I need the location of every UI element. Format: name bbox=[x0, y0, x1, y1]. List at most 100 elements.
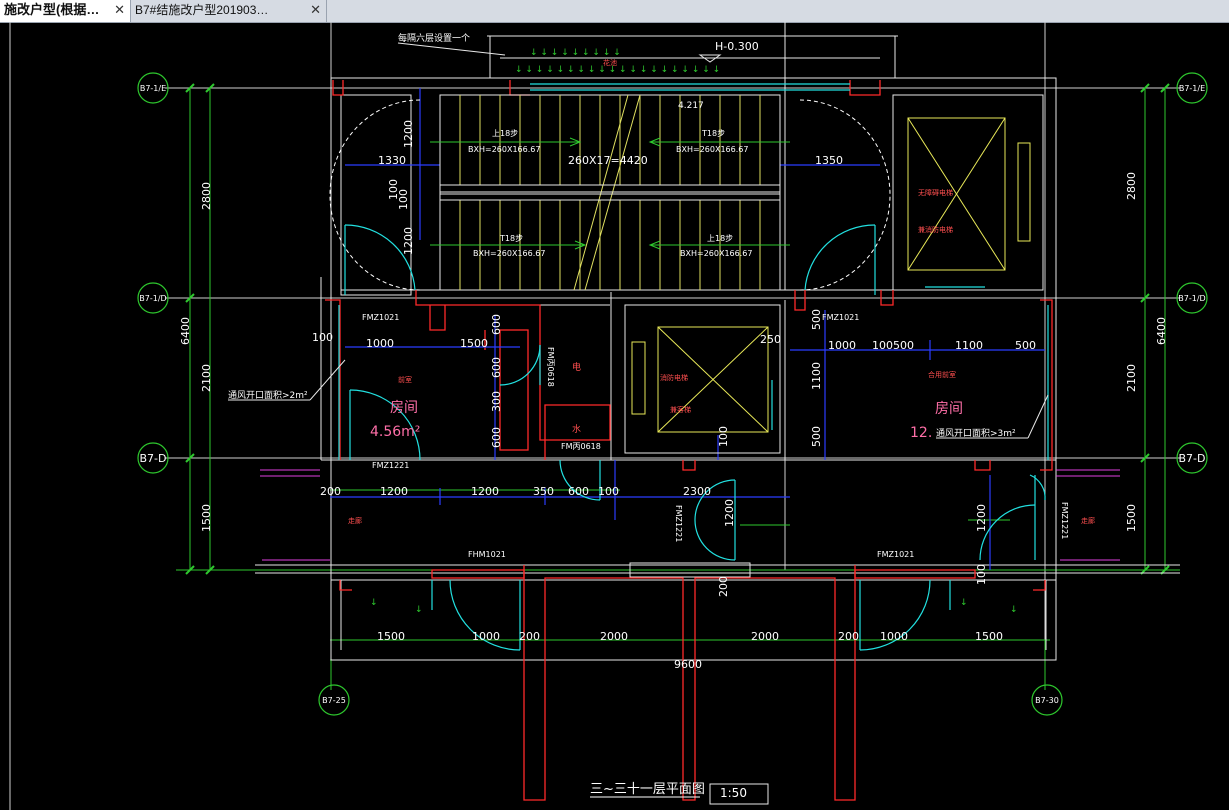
dim-2800-left: 2800 bbox=[200, 182, 213, 210]
axis-label-1d-left: B7-1/D bbox=[139, 294, 166, 303]
room-right-small: 合用前室 bbox=[928, 370, 956, 379]
dim-1500-left: 1500 bbox=[200, 504, 213, 532]
dim-bottom-1000b: 1000 bbox=[880, 630, 908, 643]
door-fmz1221-v: FMZ1221 bbox=[674, 505, 683, 542]
tab-label: B7#结施改户型201903… bbox=[135, 3, 269, 17]
dim-100-v: 100 bbox=[975, 564, 988, 585]
dim-1100-v: 1100 bbox=[810, 362, 823, 390]
dim-1200a-h: 1200 bbox=[380, 485, 408, 498]
dim-bottom-200b: 200 bbox=[838, 630, 859, 643]
cad-drawing-canvas[interactable]: B7-1/E B7-1/D B7-D B7-1/E B7-1/D B7-D B7… bbox=[0, 22, 1229, 810]
dim-100-h: 100 bbox=[598, 485, 619, 498]
dim-500-right: 500 bbox=[893, 339, 914, 352]
elev-mid-label-1: 消防电梯 bbox=[660, 373, 688, 382]
room-left-name: 房间 bbox=[390, 400, 418, 416]
door-fmbing: FM丙0618 bbox=[546, 347, 555, 387]
vent-note-left: 通风开口面积>2m² bbox=[228, 389, 308, 401]
dim-100-left: 100 bbox=[312, 331, 333, 344]
stair-height: 4.217 bbox=[678, 101, 704, 111]
svg-text:↓: ↓ bbox=[370, 598, 378, 608]
drawing-title: 三~三十一层平面图 bbox=[590, 782, 705, 797]
vent-note-right: 通风开口面积>3m² bbox=[936, 427, 1016, 439]
dim-bottom-1500b: 1500 bbox=[975, 630, 1003, 643]
axis-label-d-right: B7-D bbox=[1179, 452, 1206, 465]
dim-350: 350 bbox=[533, 485, 554, 498]
stair-up-2: 上18步 bbox=[707, 234, 733, 243]
red-wall-outlines bbox=[325, 80, 1053, 801]
stair-block bbox=[430, 94, 790, 291]
stair-down-2: T18步 bbox=[499, 234, 523, 243]
axis-label-1d-right: B7-1/D bbox=[1178, 294, 1205, 303]
door-fmz1021-b: FMZ1021 bbox=[822, 313, 859, 322]
dim-100-right: 100 bbox=[872, 339, 893, 352]
dim-bottom-2000b: 2000 bbox=[751, 630, 779, 643]
label-dian: 电 bbox=[572, 361, 581, 373]
stair-spec-4: BXH=260X166.67 bbox=[680, 249, 752, 258]
door-fmz1221-v2: FMZ1221 bbox=[1060, 502, 1069, 539]
planter: ↓ ↓ ↓ ↓ ↓ ↓ ↓ ↓ ↓ ↓ ↓ ↓ ↓ ↓ ↓ ↓ ↓ ↓ ↓ ↓ … bbox=[370, 48, 1018, 615]
dim-1200-v2: 1200 bbox=[975, 504, 988, 532]
walkway-left: 走廊 bbox=[348, 516, 362, 525]
door-fmz1221: FMZ1221 bbox=[372, 461, 409, 470]
tab-drawing-1[interactable]: 施改户型(根据… ✕ bbox=[0, 0, 131, 22]
dim-600a: 600 bbox=[490, 314, 503, 335]
dim-1200-v: 1200 bbox=[723, 499, 736, 527]
elevator-middle bbox=[624, 304, 781, 454]
dim-1200b-h: 1200 bbox=[471, 485, 499, 498]
dim-1200a: 1200 bbox=[402, 120, 415, 148]
stair-run: 260X17=4420 bbox=[568, 154, 648, 167]
svg-text:↓: ↓ bbox=[415, 605, 423, 615]
tab-label: 施改户型(根据… bbox=[4, 2, 100, 17]
dim-500b: 500 bbox=[810, 426, 823, 447]
dim-200-v: 200 bbox=[717, 576, 730, 597]
dim-600c: 600 bbox=[490, 427, 503, 448]
room-right-name: 房间 bbox=[935, 401, 963, 417]
tab-drawing-2[interactable]: B7#结施改户型201903… ✕ bbox=[131, 0, 327, 22]
green-dimension-ticks bbox=[185, 83, 1170, 575]
dim-1350: 1350 bbox=[815, 154, 843, 167]
dim-bottom-1500a: 1500 bbox=[377, 630, 405, 643]
dim-600b: 600 bbox=[490, 357, 503, 378]
axis-label-1e-left: B7-1/E bbox=[140, 84, 166, 93]
dim-2300: 2300 bbox=[683, 485, 711, 498]
elev-right-label-1: 无障碍电梯 bbox=[918, 188, 953, 197]
dim-100-mid: 100 bbox=[717, 426, 730, 447]
stair-spec-2: BXH=260X166.67 bbox=[676, 145, 748, 154]
door-fmbing-2: FM丙0618 bbox=[561, 442, 601, 451]
dim-1500-room: 1500 bbox=[460, 337, 488, 350]
dim-600-h: 600 bbox=[568, 485, 589, 498]
stair-up-1: 上18步 bbox=[492, 129, 518, 138]
dim-1330: 1330 bbox=[378, 154, 406, 167]
dim-bottom-2000a: 2000 bbox=[600, 630, 628, 643]
dim-6400-left: 6400 bbox=[179, 317, 192, 345]
axis-label-25: B7-25 bbox=[322, 696, 346, 705]
drawing-title-block: 三~三十一层平面图 1:50 bbox=[590, 782, 769, 805]
dim-1100-right: 1100 bbox=[955, 339, 983, 352]
dim-bottom-9600: 9600 bbox=[674, 658, 702, 671]
drawing-scale: 1:50 bbox=[720, 786, 747, 800]
stair-down-1: T18步 bbox=[701, 129, 725, 138]
label-planter: 花池 bbox=[603, 58, 617, 67]
svg-text:↓: ↓ bbox=[960, 598, 968, 608]
dim-250: 250 bbox=[760, 333, 781, 346]
top-note: 每隔六层设置一个 bbox=[398, 32, 470, 44]
dim-500-right-2: 500 bbox=[1015, 339, 1036, 352]
dim-2800-right: 2800 bbox=[1125, 172, 1138, 200]
dim-1000-right: 1000 bbox=[828, 339, 856, 352]
axis-label-d-left: B7-D bbox=[140, 452, 167, 465]
door-fmz1021-a: FMZ1021 bbox=[362, 313, 399, 322]
room-right-area: 12. bbox=[910, 425, 932, 441]
dim-2100-left: 2100 bbox=[200, 364, 213, 392]
magenta-lines bbox=[260, 469, 1120, 561]
dim-6400-right: 6400 bbox=[1155, 317, 1168, 345]
dim-300: 300 bbox=[490, 391, 503, 412]
dim-bottom-200a: 200 bbox=[519, 630, 540, 643]
green-dimension-lines bbox=[176, 88, 1180, 690]
dim-100b: 100 bbox=[397, 189, 410, 210]
level-mark: H-0.300 bbox=[715, 40, 759, 53]
svg-text:↓ ↓ ↓ ↓ ↓ ↓ ↓ ↓ ↓ ↓ ↓ ↓ ↓ ↓ ↓: ↓ ↓ ↓ ↓ ↓ ↓ ↓ ↓ ↓ ↓ ↓ ↓ ↓ ↓ ↓ ↓ ↓ ↓ ↓ ↓ bbox=[515, 65, 720, 75]
close-icon[interactable]: ✕ bbox=[114, 0, 125, 20]
close-icon[interactable]: ✕ bbox=[310, 0, 321, 20]
room-left-small: 前室 bbox=[398, 375, 412, 384]
dim-bottom-1000a: 1000 bbox=[472, 630, 500, 643]
